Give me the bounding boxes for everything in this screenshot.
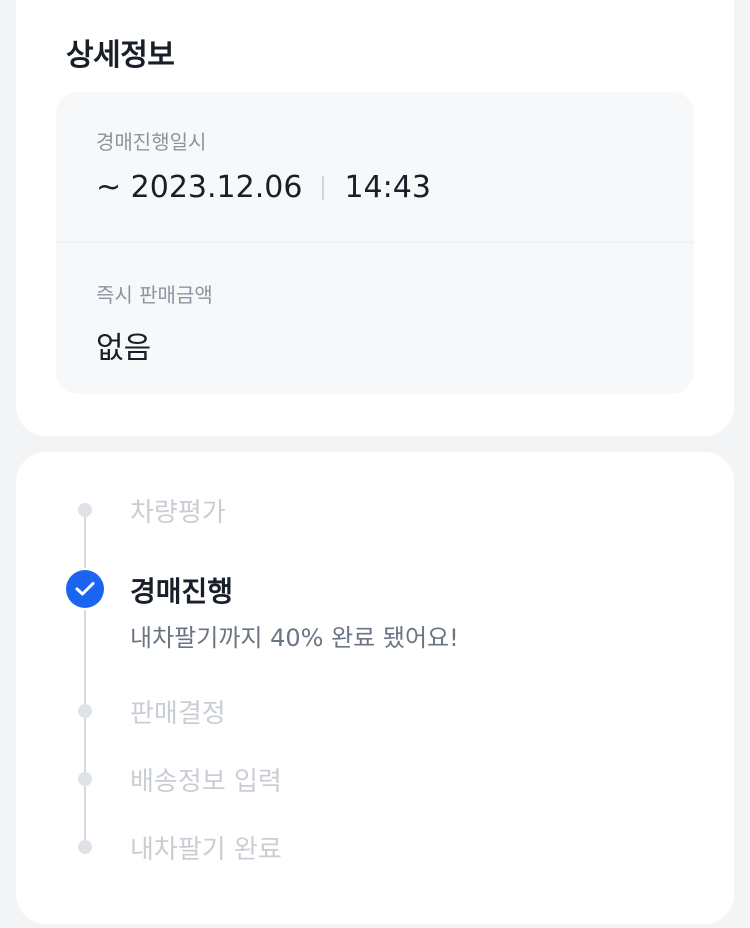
step-label: 내차팔기 완료 (130, 835, 282, 865)
step-dot-icon (78, 772, 92, 786)
info-box: 경매진행일시 ~ 2023.12.06 14:43 즉시 판매금액 없음 (56, 92, 694, 394)
auction-datetime-label: 경매진행일시 (96, 130, 207, 154)
step-dot-icon (78, 503, 92, 517)
progress-card: 차량평가 경매진행 내차팔기까지 40% 완료 됐어요! 판매결정 배송정보 입… (16, 452, 734, 924)
progress-timeline: 차량평가 경매진행 내차팔기까지 40% 완료 됐어요! 판매결정 배송정보 입… (16, 452, 734, 924)
detail-card: 상세정보 경매진행일시 ~ 2023.12.06 14:43 즉시 판매금액 없… (16, 0, 734, 436)
auction-datetime-row: 경매진행일시 ~ 2023.12.06 14:43 (56, 92, 694, 243)
section-title: 상세정보 (66, 38, 175, 73)
step-label: 차량평가 (130, 498, 226, 528)
divider (322, 175, 325, 200)
instant-price-row: 즉시 판매금액 없음 (56, 243, 694, 394)
timeline-connector (84, 516, 86, 568)
step-dot-icon (78, 840, 92, 854)
step-subtitle: 내차팔기까지 40% 완료 됐어요! (130, 624, 459, 652)
step-dot-icon (78, 704, 92, 718)
timeline-connector (84, 610, 86, 846)
step-label-active: 경매진행 (130, 575, 234, 608)
auction-datetime-value: ~ 2023.12.06 14:43 (96, 170, 431, 205)
auction-date: ~ 2023.12.06 (96, 170, 303, 205)
step-label: 판매결정 (130, 699, 226, 729)
check-icon (66, 570, 104, 608)
instant-price-label: 즉시 판매금액 (96, 283, 213, 307)
step-label: 배송정보 입력 (130, 767, 282, 797)
instant-price-value: 없음 (96, 331, 152, 366)
auction-time: 14:43 (344, 170, 431, 205)
